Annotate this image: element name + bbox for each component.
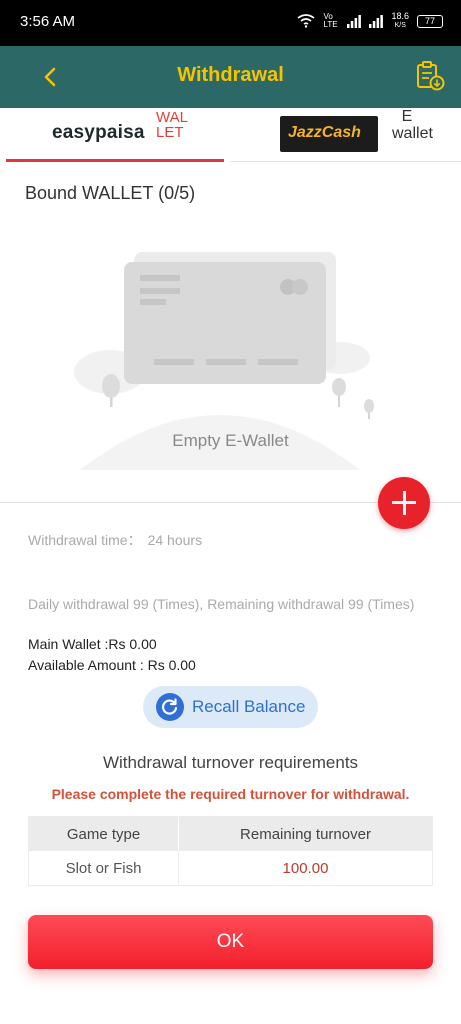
page-title: Withdrawal (177, 64, 284, 86)
recall-balance-button[interactable]: Recall Balance (143, 686, 318, 728)
add-wallet-button[interactable] (378, 477, 430, 529)
turnover-warning: Please complete the required turnover fo… (51, 786, 410, 802)
remaining-turnover-cell: 100.00 (282, 859, 329, 877)
signal-icon (347, 14, 362, 28)
network-speed: 18.6 K/S (391, 12, 409, 30)
empty-wallet-text: Empty E-Wallet (172, 431, 289, 450)
table-row: Slot or Fish 100.00 (29, 851, 432, 885)
withdrawal-time-label: Withdrawal time： (28, 532, 142, 548)
battery-level: 77 (424, 16, 435, 26)
battery-icon: 77 (417, 14, 443, 28)
column-header-remaining-turnover: Remaining turnover (240, 825, 371, 843)
withdrawal-time-value: 24 hours (147, 532, 203, 548)
ok-button[interactable]: OK (28, 915, 433, 969)
network-speed-value: 18.6 (391, 11, 409, 21)
easypaisa-logo: easypaisa (52, 122, 145, 143)
tab-jazzcash-label: E wallet (392, 108, 433, 142)
recall-balance-label: Recall Balance (192, 697, 306, 716)
turnover-title: Withdrawal turnover requirements (102, 753, 359, 772)
table-header-row: Game type Remaining turnover (29, 817, 432, 851)
status-icons: Vo LTE 18.6 K/S 77 (297, 12, 443, 30)
jazzcash-logo: JazzCash (280, 116, 378, 152)
status-time: 3:56 AM (20, 13, 76, 30)
column-header-game-type: Game type (29, 817, 179, 851)
ok-button-label: OK (216, 931, 245, 952)
bound-wallet-title: Bound WALLET (0/5) (25, 183, 196, 203)
tab-easypaisa[interactable]: easypaisa WALLET (6, 108, 224, 162)
tab-easypaisa-label: WALLET (156, 109, 188, 141)
wifi-icon (297, 14, 315, 28)
refresh-icon (156, 693, 184, 721)
tab-jazzcash[interactable]: JazzCash E wallet (230, 108, 461, 162)
network-speed-unit: K/S (394, 22, 406, 29)
daily-withdrawal-limit: Daily withdrawal 99 (Times), Remaining w… (28, 596, 415, 612)
status-bar: 3:56 AM Vo LTE 18.6 K/S 77 (0, 0, 461, 46)
withdrawal-record-button[interactable] (415, 60, 445, 92)
withdrawal-time: Withdrawal time： 24 hours (28, 530, 202, 550)
turnover-table: Game type Remaining turnover Slot or Fis… (28, 816, 433, 886)
payment-tabs: easypaisa WALLET JazzCash E wallet (0, 108, 461, 162)
available-amount: Available Amount : Rs 0.00 (28, 657, 196, 673)
app-header: Withdrawal (0, 46, 461, 108)
main-wallet-balance: Main Wallet :Rs 0.00 (28, 636, 157, 652)
clipboard-download-icon (417, 61, 445, 91)
volte-label: Vo LTE (323, 12, 338, 29)
signal-icon-2 (369, 14, 384, 28)
game-type-cell: Slot or Fish (29, 851, 179, 885)
